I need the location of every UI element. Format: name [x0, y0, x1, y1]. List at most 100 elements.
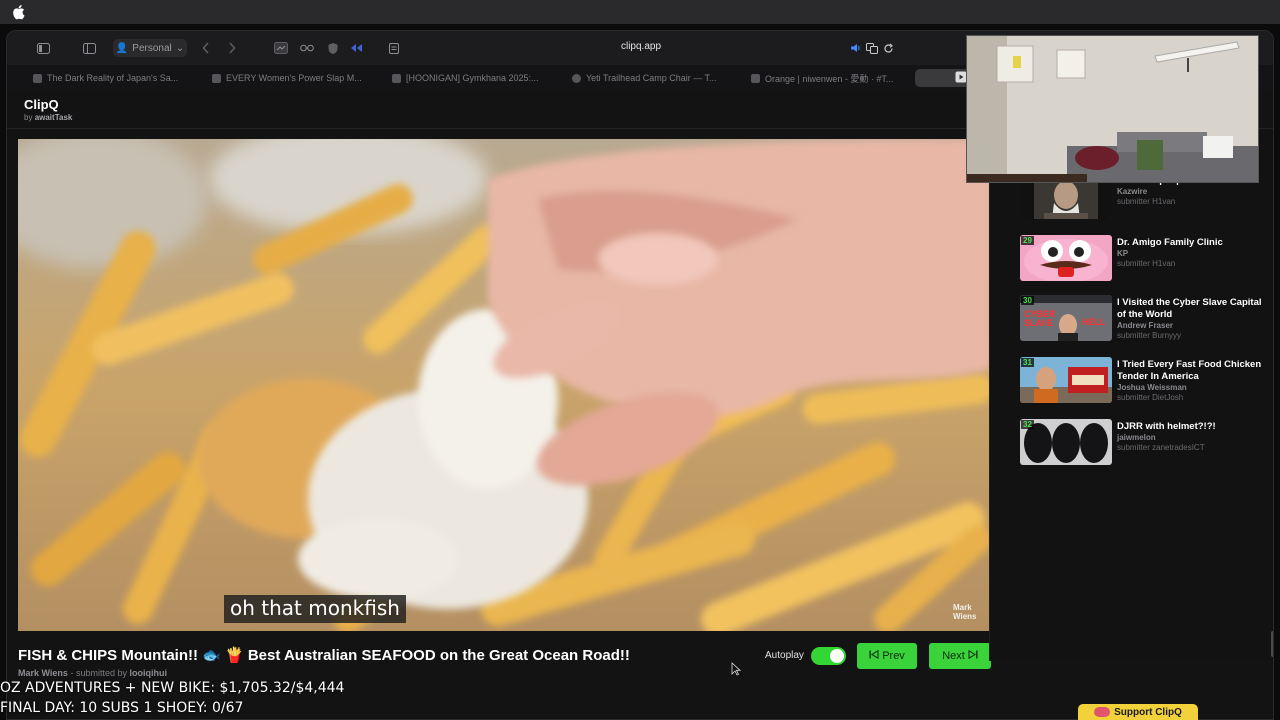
prev-label: Prev	[882, 650, 905, 662]
donation-goal-text: OZ ADVENTURES + NEW BIKE: $1,705.32/$4,4…	[0, 680, 345, 696]
sidebar-toggle-icon[interactable]	[35, 40, 51, 56]
autoplay-toggle[interactable]	[811, 647, 846, 665]
watermark-line-2: Wiens	[953, 612, 977, 621]
toggle-knob	[830, 649, 844, 663]
extension-icon[interactable]	[273, 40, 289, 56]
macos-menu-bar	[0, 0, 1280, 24]
video-meta: Mark Wiens - submitted by looiqihui	[18, 668, 167, 678]
watermark-line-1: Mark	[953, 603, 972, 612]
queue-title: I Visited the Cyber Slave Capital of the…	[1117, 297, 1262, 320]
queue-item-details: I Visited the Cyber Slave Capital of the…	[1117, 297, 1267, 341]
page-menu-icon[interactable]	[387, 40, 401, 56]
queue-number: 29	[1021, 236, 1034, 245]
next-button[interactable]: Next	[929, 643, 991, 669]
subtitle-caption: oh that monkfish	[224, 595, 406, 623]
next-label: Next	[942, 650, 965, 662]
thumb-text-slave: SLAVE	[1024, 318, 1053, 328]
queue-item[interactable]: 31 I Tried Every Fast Food Chicken Tende…	[1020, 357, 1270, 405]
tab-5[interactable]: Orange | niwenwen - 愛動 · #T...	[751, 69, 911, 87]
queue-channel: Joshua Weissman	[1117, 383, 1187, 392]
favicon-icon	[392, 73, 401, 83]
queue-number: 30	[1021, 296, 1034, 305]
queue-item-details: I Tried Every Fast Food Chicken Tender I…	[1117, 359, 1267, 403]
queue-item[interactable]: 29 Dr. Amigo Family Clinic KP submitter …	[1020, 235, 1270, 283]
tab-label: [HOONIGAN] Gymkhana 2025:...	[406, 73, 539, 83]
byline-author: awaitTask	[34, 113, 73, 122]
tab-1[interactable]: The Dark Reality of Japan's Sa...	[33, 69, 193, 87]
apple-logo-icon[interactable]	[12, 4, 26, 20]
mouse-cursor-icon	[731, 662, 741, 676]
tab-overview-icon[interactable]	[81, 40, 97, 56]
queue-item[interactable]: 32 DJRR with helmet?!?! jaiwmelon submit…	[1020, 419, 1270, 467]
queue-item[interactable]: CYBER SLAVE HELL 30 I Visited the Cyber …	[1020, 295, 1270, 343]
scrollbar-thumb[interactable]	[1271, 631, 1273, 657]
final-day-text: FINAL DAY: 10 SUBS 1 SHOEY: 0/67	[0, 700, 244, 716]
queue-submitter: submitter H1van	[1117, 259, 1176, 268]
queue-channel: Kazwire	[1117, 187, 1148, 196]
app-byline: by awaitTask	[24, 113, 72, 122]
glasses-icon[interactable]	[299, 40, 315, 56]
tab-label: EVERY Women's Power Slap M...	[226, 73, 362, 83]
queue-number: 32	[1021, 420, 1034, 429]
favicon-icon	[212, 73, 221, 83]
video-title: FISH & CHIPS Mountain!! 🐟 🍟 Best Austral…	[18, 647, 630, 664]
support-label: Support ClipQ	[1114, 706, 1182, 718]
queue-title: I Tried Every Fast Food Chicken Tender I…	[1117, 359, 1262, 382]
queue-channel: Andrew Fraser	[1117, 321, 1174, 330]
tab-2[interactable]: EVERY Women's Power Slap M...	[212, 69, 372, 87]
skip-back-icon	[869, 649, 879, 662]
tab-active[interactable]	[915, 69, 973, 87]
speaker-icon[interactable]	[849, 40, 863, 56]
reload-icon[interactable]	[881, 40, 895, 56]
queue-thumbnail: CYBER SLAVE HELL 30	[1020, 295, 1112, 341]
webcam-overlay	[966, 35, 1259, 183]
channel-watermark: Mark Wiens	[953, 603, 977, 621]
profile-selector[interactable]: 👤 Personal ⌄	[113, 39, 187, 57]
thumb-text-hell: HELL	[1082, 317, 1106, 327]
submitted-prefix: - submitted by	[70, 668, 127, 678]
support-button[interactable]: Support ClipQ	[1078, 704, 1198, 720]
address-bar-url[interactable]: clipq.app	[567, 41, 715, 52]
queue-submitter: submitter H1van	[1117, 197, 1176, 206]
tab-label: The Dark Reality of Japan's Sa...	[47, 73, 179, 83]
heart-icon	[1094, 707, 1111, 717]
queue-title: DJRR with helmet?!?!	[1117, 421, 1216, 432]
favicon-icon	[572, 73, 581, 83]
tab-4[interactable]: Yeti Trailhead Camp Chair — T...	[572, 69, 732, 87]
queue-sidebar: ...but the people are Kazwire submitter …	[989, 131, 1273, 661]
queue-submitter: submitter Burnyyy	[1117, 331, 1182, 340]
tab-label: Yeti Trailhead Camp Chair — T...	[586, 73, 717, 83]
media-extension-icon[interactable]	[349, 40, 367, 56]
profile-label: Personal	[132, 42, 172, 54]
chevron-down-icon: ⌄	[175, 42, 185, 54]
person-icon: 👤	[115, 42, 129, 54]
translate-icon[interactable]	[865, 40, 879, 56]
favicon-icon	[751, 73, 760, 83]
queue-title: Dr. Amigo Family Clinic	[1117, 237, 1223, 248]
prev-button[interactable]: Prev	[857, 643, 917, 669]
queue-channel: KP	[1117, 249, 1129, 258]
video-frame	[18, 139, 991, 631]
tab-3[interactable]: [HOONIGAN] Gymkhana 2025:...	[392, 69, 552, 87]
video-player[interactable]: oh that monkfish Mark Wiens	[18, 139, 991, 631]
app-name: ClipQ	[24, 97, 59, 112]
shield-icon[interactable]	[325, 40, 341, 56]
queue-submitter: submitter zanetradesICT	[1117, 443, 1205, 452]
queue-item-details: DJRR with helmet?!?! jaiwmelon submitter…	[1117, 421, 1267, 453]
forward-icon[interactable]	[225, 40, 239, 56]
autoplay-label: Autoplay	[765, 650, 804, 661]
queue-channel: jaiwmelon	[1117, 433, 1156, 442]
skip-forward-icon	[968, 649, 978, 662]
video-submitter[interactable]: looiqihui	[130, 668, 168, 678]
queue-item-details: Dr. Amigo Family Clinic KP submitter H1v…	[1117, 237, 1267, 269]
queue-thumbnail: 29	[1020, 235, 1112, 281]
queue-thumbnail: 32	[1020, 419, 1112, 465]
back-icon[interactable]	[199, 40, 213, 56]
favicon-icon	[33, 73, 42, 83]
queue-number: 31	[1021, 358, 1034, 367]
byline-prefix: by	[24, 113, 33, 122]
video-channel[interactable]: Mark Wiens	[18, 668, 68, 678]
queue-thumbnail: 31	[1020, 357, 1112, 403]
tab-label: Orange | niwenwen - 愛動 · #T...	[765, 73, 894, 84]
queue-submitter: submitter DietJosh	[1117, 393, 1184, 402]
